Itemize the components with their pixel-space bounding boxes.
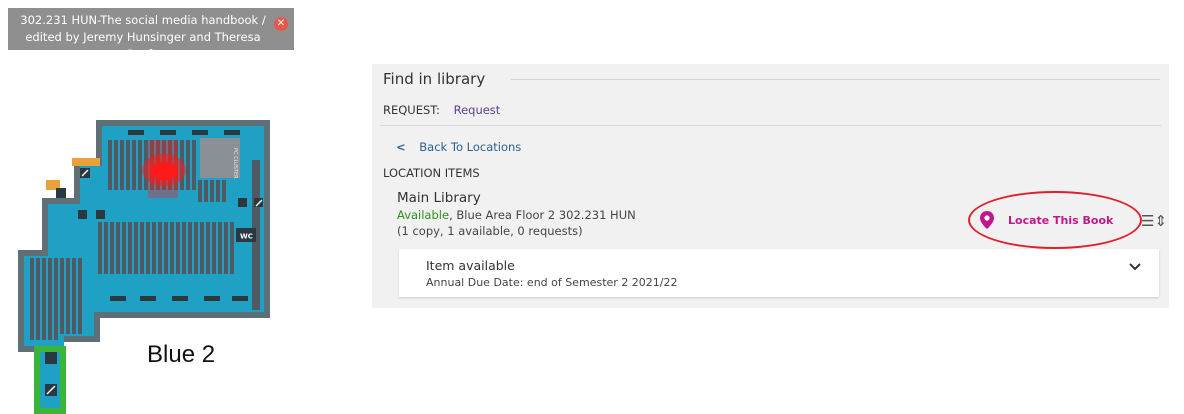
divider: [380, 125, 1161, 126]
find-in-library-panel: Find in library REQUEST: Request < Back …: [372, 64, 1169, 308]
item-due-date: Annual Due Date: end of Semester 2 2021/…: [426, 276, 678, 289]
sort-icon[interactable]: ☰⇕: [1141, 212, 1167, 230]
request-row: REQUEST: Request: [383, 103, 500, 117]
back-to-locations-link[interactable]: < Back To Locations: [396, 140, 521, 154]
location-name: Main Library: [397, 190, 481, 206]
tooltip-text: 302.231 HUN-The social media handbook / …: [20, 13, 266, 61]
locate-this-book-button[interactable]: Locate This Book: [980, 206, 1118, 234]
locate-label: Locate This Book: [1008, 213, 1114, 227]
availability-line: Available, Blue Area Floor 2 302.231 HUN: [397, 208, 636, 222]
map-pin-icon: [980, 211, 994, 229]
copies-summary: (1 copy, 1 available, 0 requests): [397, 224, 583, 238]
back-label: Back To Locations: [419, 140, 522, 154]
chevron-down-icon[interactable]: [1129, 263, 1141, 271]
title-divider: [511, 79, 1160, 80]
panel-title: Find in library: [383, 70, 486, 88]
item-title: Item available: [426, 258, 515, 273]
svg-text:PC CLUSTER: PC CLUSTER: [232, 148, 238, 179]
item-card[interactable]: Item available Annual Due Date: end of S…: [399, 249, 1159, 297]
request-link[interactable]: Request: [454, 103, 501, 117]
close-icon[interactable]: ✕: [274, 17, 288, 31]
request-label: REQUEST:: [383, 103, 440, 117]
floor-map: PC CLUSTER WC: [18, 120, 270, 414]
svg-text:WC: WC: [240, 233, 253, 241]
section-heading: LOCATION ITEMS: [383, 166, 480, 180]
entrance: [72, 158, 100, 166]
availability-status: Available: [397, 208, 450, 222]
floor-label: Blue 2: [147, 341, 216, 368]
book-tooltip: 302.231 HUN-The social media handbook / …: [8, 8, 294, 61]
chevron-left-icon: <: [396, 140, 406, 154]
location-details: , Blue Area Floor 2 302.231 HUN: [449, 208, 636, 222]
